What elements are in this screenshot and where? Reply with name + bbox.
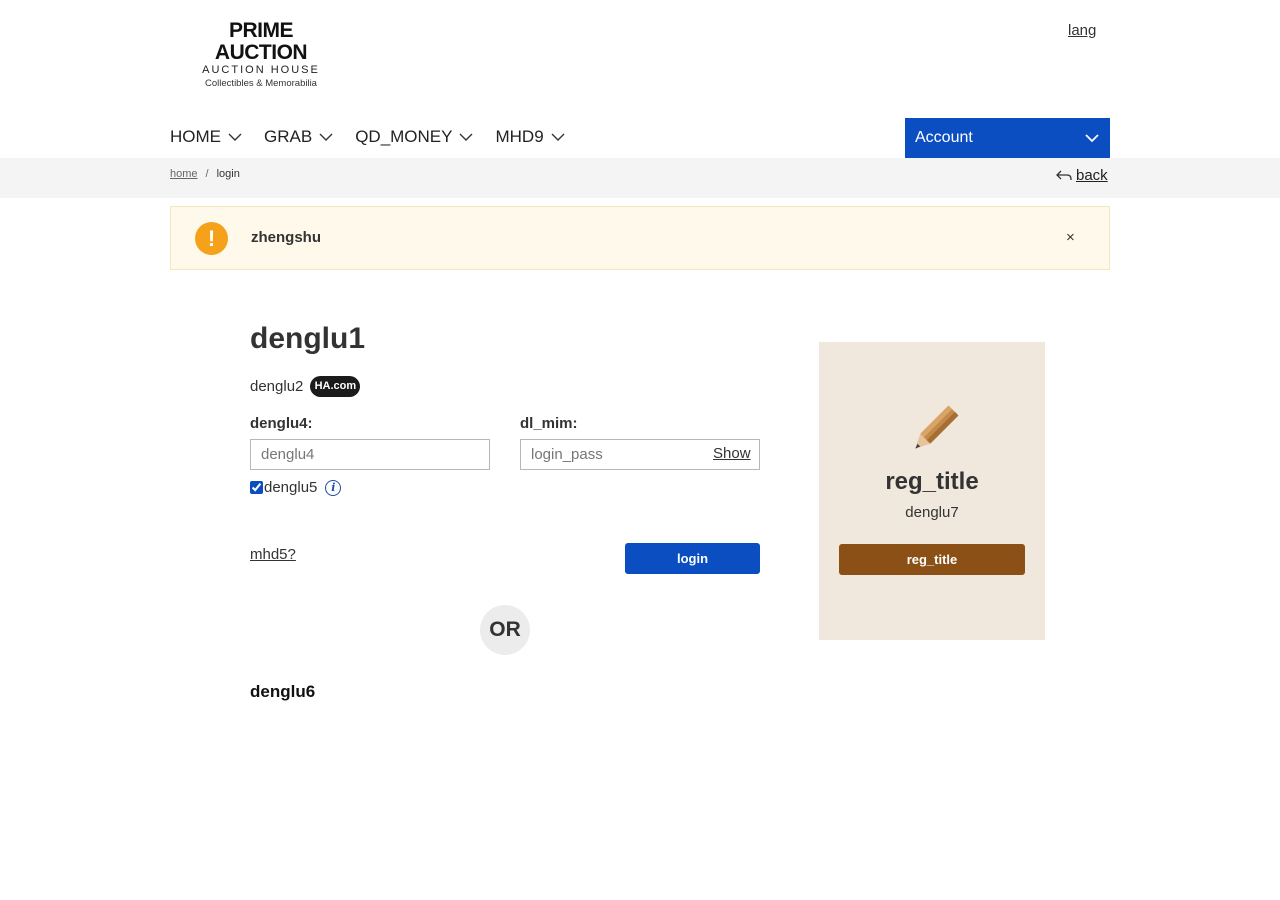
username-input[interactable] xyxy=(250,439,490,470)
nav-item-grab[interactable]: GRAB xyxy=(264,124,333,150)
warning-icon: ! xyxy=(195,222,228,255)
login-button[interactable]: login xyxy=(625,543,760,574)
ha-logo-badge: HA.com xyxy=(310,376,361,397)
login-subtitle: denglu2 HA.com xyxy=(250,376,361,397)
back-arrow-icon xyxy=(1056,170,1072,180)
or-divider: OR xyxy=(480,605,530,655)
main-nav: HOME GRAB QD_MONEY MHD9 xyxy=(170,124,587,150)
nav-item-label: GRAB xyxy=(264,127,313,146)
breadcrumb-current: login xyxy=(216,168,240,180)
nav-item-home[interactable]: HOME xyxy=(170,124,242,150)
chevron-down-icon xyxy=(551,133,565,141)
breadcrumb: home / login xyxy=(170,168,240,180)
page-title: denglu1 xyxy=(250,322,366,355)
back-link[interactable]: back xyxy=(1056,167,1108,184)
back-link-label: back xyxy=(1076,167,1108,184)
chevron-down-icon xyxy=(228,133,242,141)
alert-message: zhengshu xyxy=(251,229,321,246)
register-title: reg_title xyxy=(885,468,979,495)
breadcrumb-bar: home / login back xyxy=(0,158,1280,198)
alert-banner: ! zhengshu × xyxy=(170,206,1110,270)
language-link[interactable]: lang xyxy=(1068,22,1096,39)
remember-me-checkbox[interactable] xyxy=(250,481,263,494)
account-dropdown-button[interactable]: Account xyxy=(905,118,1110,158)
login-subtitle-text: denglu2 xyxy=(250,378,304,395)
nav-item-label: QD_MONEY xyxy=(355,127,453,146)
chevron-down-icon xyxy=(1085,134,1099,143)
remember-me-label: denglu5 xyxy=(264,479,318,496)
register-button[interactable]: reg_title xyxy=(839,544,1025,575)
forgot-password-link[interactable]: mhd5? xyxy=(250,546,296,563)
pencil-icon xyxy=(915,405,959,449)
info-icon[interactable]: i xyxy=(325,479,342,496)
logo-sub-text: AUCTION HOUSE xyxy=(202,64,320,76)
username-label: denglu4: xyxy=(250,415,313,432)
alternate-login-heading: denglu6 xyxy=(250,682,316,701)
breadcrumb-home-link[interactable]: home xyxy=(170,168,198,180)
nav-item-mhd9[interactable]: MHD9 xyxy=(495,124,565,150)
nav-item-qd-money[interactable]: QD_MONEY xyxy=(355,124,473,150)
logo-tagline: Collectibles & Memorabilia xyxy=(205,78,317,89)
password-label: dl_mim: xyxy=(520,415,578,432)
chevron-down-icon xyxy=(319,133,333,141)
close-icon[interactable]: × xyxy=(1066,229,1075,246)
nav-item-label: MHD9 xyxy=(495,127,544,146)
remember-me: denglu5 i xyxy=(250,479,342,496)
account-label: Account xyxy=(915,129,973,146)
site-logo[interactable]: PRIME AUCTION AUCTION HOUSE Collectibles… xyxy=(186,20,336,91)
logo-main-text: PRIME AUCTION xyxy=(214,19,308,64)
nav-item-label: HOME xyxy=(170,127,221,146)
show-password-toggle[interactable]: Show xyxy=(713,445,751,462)
register-card: reg_title denglu7 reg_title xyxy=(819,342,1045,640)
register-subtitle: denglu7 xyxy=(905,504,959,521)
chevron-down-icon xyxy=(459,133,473,141)
breadcrumb-separator: / xyxy=(205,168,209,180)
